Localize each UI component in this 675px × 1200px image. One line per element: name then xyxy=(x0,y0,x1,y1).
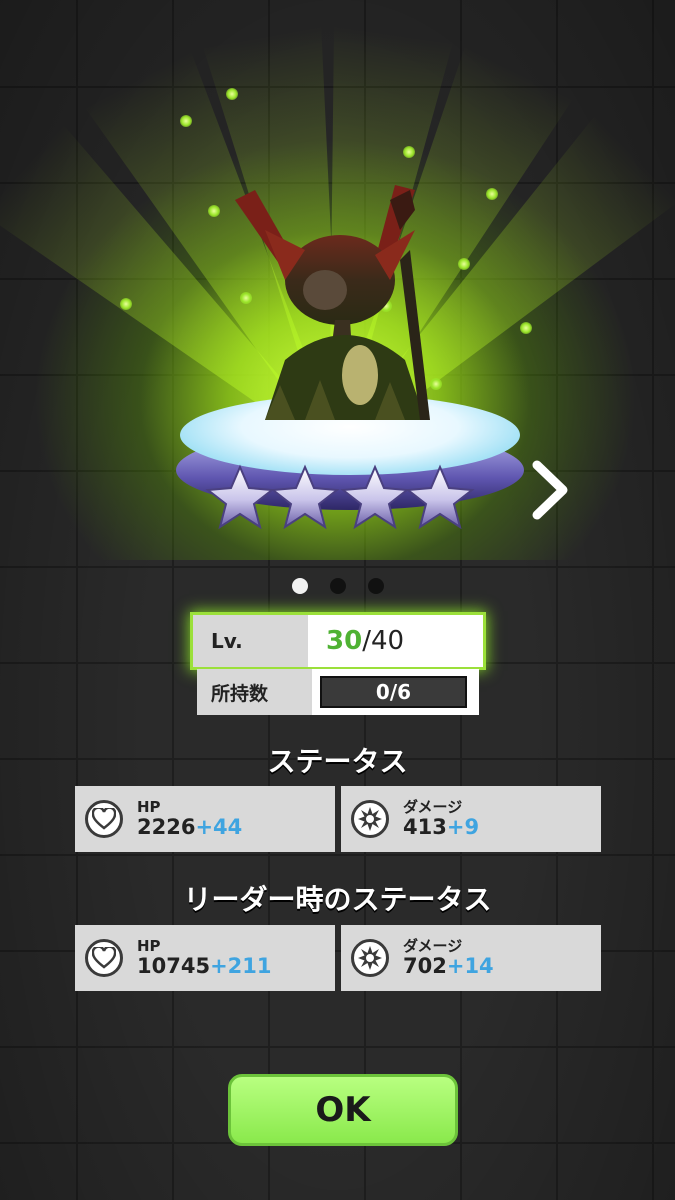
sparkle xyxy=(208,205,220,217)
damage-value: 413 xyxy=(403,814,447,839)
damage-stat-card: ダメージ 413+9 xyxy=(341,786,601,852)
heart-icon xyxy=(85,800,123,838)
burst-icon xyxy=(351,939,389,977)
star-icon xyxy=(270,464,340,530)
sparkle xyxy=(520,322,532,334)
sparkle xyxy=(403,146,415,158)
heart-icon xyxy=(85,939,123,977)
sparkle xyxy=(180,115,192,127)
damage-label: ダメージ xyxy=(403,798,463,817)
ok-button[interactable]: OK xyxy=(228,1074,458,1146)
level-current: 30 xyxy=(326,626,363,656)
leader-damage-stat-card: ダメージ 702+14 xyxy=(341,925,601,991)
sparkle xyxy=(486,188,498,200)
leader-damage-value: 702 xyxy=(403,953,447,978)
burst-icon xyxy=(351,800,389,838)
leader-damage-bonus: +14 xyxy=(446,953,494,978)
level-max: /40 xyxy=(362,626,405,656)
level-box: Lv. 30/40 xyxy=(193,615,483,667)
leader-hp-bonus: +211 xyxy=(210,953,272,978)
hp-bonus: +44 xyxy=(195,814,243,839)
owned-box: 所持数 0/6 xyxy=(197,669,479,715)
damage-bonus: +9 xyxy=(446,814,480,839)
hp-label: HP xyxy=(137,798,161,817)
level-value: 30/40 xyxy=(308,626,404,656)
sparkle xyxy=(120,298,132,310)
status-title: ステータス xyxy=(267,745,408,778)
leader-status-title: リーダー時のステータス xyxy=(183,883,492,916)
star-icon xyxy=(405,464,475,530)
page-dot[interactable] xyxy=(367,578,384,594)
rarity-stars xyxy=(205,464,475,530)
monster-showcase xyxy=(0,0,675,600)
page-dot[interactable] xyxy=(329,578,346,594)
hp-stat-card: HP 2226+44 xyxy=(75,786,335,852)
leader-hp-stat-card: HP 10745+211 xyxy=(75,925,335,991)
leader-damage-value-line: 702+14 xyxy=(403,953,494,978)
level-label: Lv. xyxy=(193,615,308,667)
sparkle xyxy=(226,88,238,100)
page-indicator xyxy=(0,578,675,594)
monster-figure xyxy=(235,185,430,420)
owned-value: 0/6 xyxy=(320,676,467,708)
damage-value-line: 413+9 xyxy=(403,814,480,839)
owned-label: 所持数 xyxy=(197,669,312,715)
leader-hp-value: 10745 xyxy=(137,953,211,978)
leader-hp-label: HP xyxy=(137,937,161,956)
hp-value: 2226 xyxy=(137,814,196,839)
next-arrow-button[interactable] xyxy=(520,455,580,525)
star-icon xyxy=(205,464,275,530)
chevron-right-icon xyxy=(532,460,568,520)
leader-damage-label: ダメージ xyxy=(403,937,463,956)
leader-hp-value-line: 10745+211 xyxy=(137,953,272,978)
hp-value-line: 2226+44 xyxy=(137,814,243,839)
page-dot-active[interactable] xyxy=(291,578,308,594)
star-icon xyxy=(340,464,410,530)
